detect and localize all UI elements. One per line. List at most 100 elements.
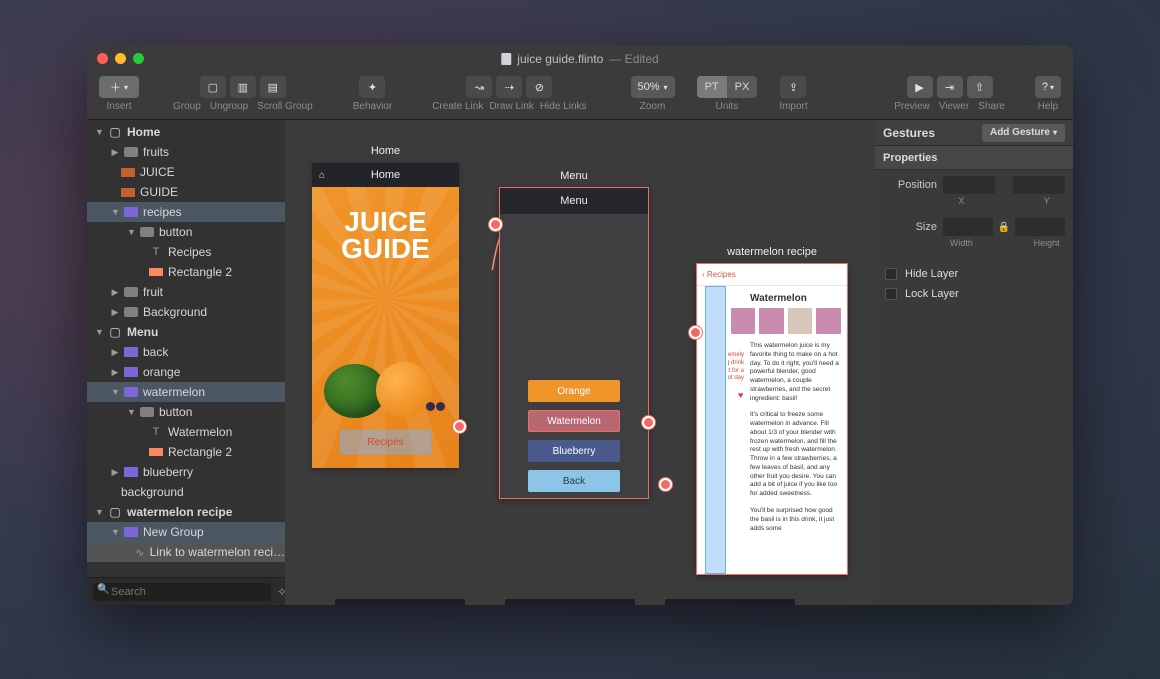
- viewer-button[interactable]: ⇥: [937, 76, 963, 98]
- tree-recipes[interactable]: ▼recipes: [87, 202, 285, 222]
- home-body: JUICEGUIDE Recipes: [312, 187, 459, 468]
- position-x-input[interactable]: [943, 176, 995, 194]
- screen-home-title: Home: [312, 145, 459, 157]
- help-button[interactable]: ?▾: [1035, 76, 1061, 98]
- recipe-p2: It's critical to freeze some watermelon …: [750, 411, 841, 499]
- unit-pt-button[interactable]: PT: [697, 76, 727, 98]
- text-icon: T: [149, 426, 163, 438]
- tree-home[interactable]: ▼▢Home: [87, 122, 285, 142]
- tree-rect2b[interactable]: Rectangle 2: [87, 442, 285, 462]
- screen-recipe[interactable]: watermelon recipe ‹ Recipes Watermelon A…: [696, 263, 848, 575]
- link-node[interactable]: [453, 420, 466, 433]
- create-link-icon: ↝: [475, 81, 484, 94]
- link-node-wm[interactable]: [642, 416, 655, 429]
- tree-juice[interactable]: JUICE: [87, 162, 285, 182]
- tree-guide[interactable]: GUIDE: [87, 182, 285, 202]
- position-label: Position: [883, 179, 937, 191]
- zoom-dropdown[interactable]: 50%▾: [631, 76, 675, 98]
- recipes-button[interactable]: Recipes: [340, 430, 431, 454]
- unit-px-button[interactable]: PX: [727, 76, 758, 98]
- scroll-group-icon: ▤: [268, 81, 278, 94]
- close-icon[interactable]: [97, 53, 108, 64]
- preview-label: Preview: [894, 101, 930, 112]
- document-icon: [501, 53, 511, 65]
- search-bar: ✧▾: [87, 577, 285, 605]
- create-link-button[interactable]: ↝: [466, 76, 492, 98]
- recipe-back-button[interactable]: ‹ Recipes: [702, 270, 736, 279]
- tree-recipes-text[interactable]: TRecipes: [87, 242, 285, 262]
- y-label: Y: [1028, 196, 1065, 206]
- menu-orange-button[interactable]: Orange: [528, 380, 620, 402]
- behavior-button[interactable]: ✦: [359, 76, 385, 98]
- recipe-heading: Watermelon: [750, 293, 841, 304]
- link-node-in[interactable]: [489, 218, 502, 231]
- group-button[interactable]: ▢: [200, 76, 226, 98]
- ungroup-button[interactable]: ▥: [230, 76, 256, 98]
- tree-blueberry[interactable]: ▶blueberry: [87, 462, 285, 482]
- tree-rect2[interactable]: Rectangle 2: [87, 262, 285, 282]
- canvas[interactable]: Home ⌂ Home JUICEGUIDE Recipes: [285, 120, 875, 605]
- units-segment[interactable]: PT PX: [697, 76, 758, 98]
- add-gesture-button[interactable]: Add Gesture▾: [982, 124, 1065, 142]
- tree-wm-recipe[interactable]: ▼▢watermelon recipe: [87, 502, 285, 522]
- lock-layer-check[interactable]: Lock Layer: [875, 284, 1073, 304]
- import-button[interactable]: ⇪: [780, 76, 806, 98]
- insert-button[interactable]: ＋▾: [99, 76, 139, 98]
- tree-button2[interactable]: ▼button: [87, 402, 285, 422]
- tree-newgroup[interactable]: ▼New Group: [87, 522, 285, 542]
- tree-background2[interactable]: background: [87, 482, 285, 502]
- position-y-input[interactable]: [1013, 176, 1065, 194]
- home-icon: ⌂: [319, 170, 325, 181]
- screen-icon: ▢: [108, 126, 122, 138]
- tree-link-wm[interactable]: ∿Link to watermelon reci…: [87, 542, 285, 562]
- recipe-callout: An extremely refreshing drink perfect fo…: [728, 352, 744, 383]
- group-icon: ▢: [208, 81, 218, 94]
- layer-tree[interactable]: ▼▢Home ▶fruits JUICE GUIDE ▼recipes ▼but…: [87, 120, 285, 577]
- lock-aspect-icon[interactable]: 🔒: [999, 222, 1009, 232]
- scroll-group-button[interactable]: ▤: [260, 76, 286, 98]
- preview-button[interactable]: ▶: [907, 76, 933, 98]
- tree-fruit[interactable]: ▶fruit: [87, 282, 285, 302]
- play-icon: ▶: [915, 81, 923, 94]
- heart-icon: ♥: [738, 390, 743, 400]
- import-label: Import: [779, 101, 807, 112]
- scrollgroup-label: Scroll Group: [257, 101, 313, 112]
- search-input[interactable]: [93, 583, 271, 601]
- link-node-in2[interactable]: [689, 326, 702, 339]
- height-input[interactable]: [1015, 218, 1065, 236]
- tree-watermelon-text[interactable]: TWatermelon: [87, 422, 285, 442]
- wand-icon: ✦: [368, 81, 377, 94]
- tree-menu[interactable]: ▼▢Menu: [87, 322, 285, 342]
- group-icon: [124, 347, 138, 357]
- group-icon: [124, 387, 138, 397]
- width-input[interactable]: [943, 218, 993, 236]
- titlebar: juice guide.flinto — Edited: [87, 45, 1073, 72]
- tree-button[interactable]: ▼button: [87, 222, 285, 242]
- draw-link-icon: ⇢: [505, 81, 514, 94]
- traffic-lights: [97, 53, 144, 64]
- tree-back[interactable]: ▶back: [87, 342, 285, 362]
- screen-menu[interactable]: Menu Menu Orange Watermelon Blueberry Ba…: [499, 187, 649, 499]
- draw-link-button[interactable]: ⇢: [496, 76, 522, 98]
- screen-menu-title: Menu: [500, 170, 648, 182]
- document-status: — Edited: [609, 52, 658, 66]
- tree-watermelon[interactable]: ▼watermelon: [87, 382, 285, 402]
- zoom-icon[interactable]: [133, 53, 144, 64]
- screen-home[interactable]: Home ⌂ Home JUICEGUIDE Recipes: [312, 163, 459, 468]
- menu-watermelon-button[interactable]: Watermelon: [528, 410, 620, 432]
- tree-orange[interactable]: ▶orange: [87, 362, 285, 382]
- menu-blueberry-button[interactable]: Blueberry: [528, 440, 620, 462]
- hide-links-button[interactable]: ⊘: [526, 76, 552, 98]
- menu-back-button[interactable]: Back: [528, 470, 620, 492]
- tree-background[interactable]: ▶Background: [87, 302, 285, 322]
- minimize-icon[interactable]: [115, 53, 126, 64]
- width-label: Width: [943, 238, 980, 248]
- link-node-back[interactable]: [659, 478, 672, 491]
- tree-fruits[interactable]: ▶fruits: [87, 142, 285, 162]
- rect-icon: [149, 448, 163, 456]
- scroll-guide[interactable]: [705, 286, 726, 574]
- folder-icon: [124, 287, 138, 297]
- hide-layer-check[interactable]: Hide Layer: [875, 264, 1073, 284]
- createlink-label: Create Link: [432, 101, 483, 112]
- share-button[interactable]: ⇧: [967, 76, 993, 98]
